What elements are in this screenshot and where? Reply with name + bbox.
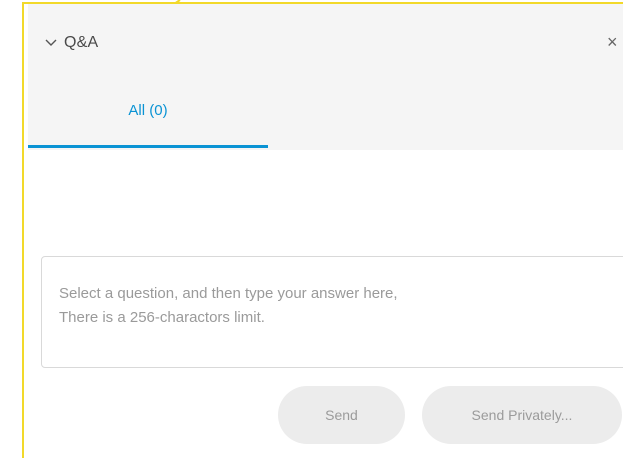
screenshot-stage: Q&A × All (0) Select a question, and the… <box>0 0 623 458</box>
highlight-frame <box>22 2 623 458</box>
